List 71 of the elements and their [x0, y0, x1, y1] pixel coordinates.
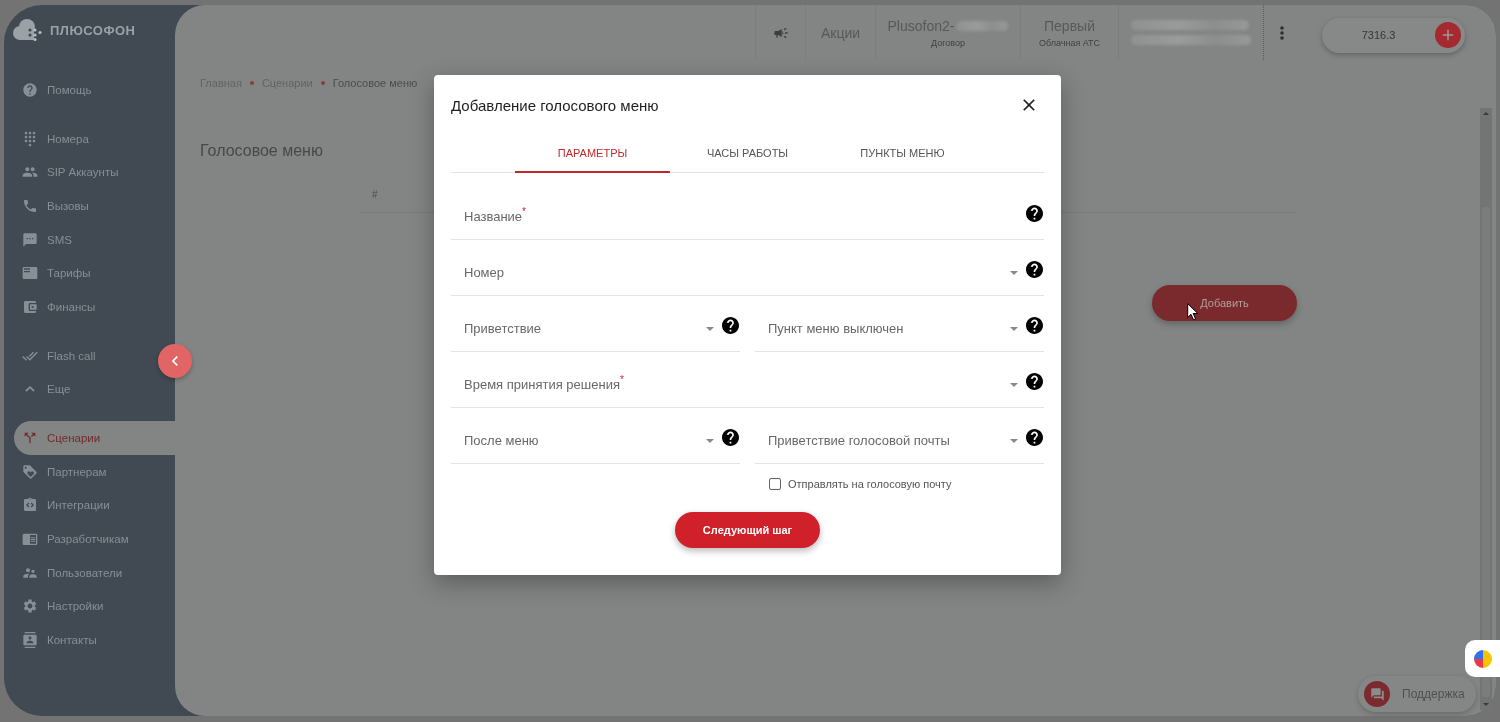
dropdown-caret-icon [1010, 439, 1018, 443]
tab[interactable]: ПАРАМЕТРЫ [515, 135, 670, 173]
sidebar-item[interactable]: Номера [14, 121, 99, 156]
help-icon[interactable] [1026, 317, 1043, 334]
balance-amount: 7316.3 [1360, 29, 1397, 41]
select-field[interactable]: Приветствие [451, 296, 740, 352]
help-icon[interactable] [1026, 205, 1043, 222]
list-board-icon [22, 265, 38, 282]
dropdown-caret-icon [1010, 271, 1018, 275]
sidebar-item[interactable]: SMS [14, 222, 82, 257]
plan-caption: Облачная АТС [1038, 37, 1101, 48]
breadcrumb-dot-icon [249, 81, 254, 85]
dropdown-caret-icon [706, 327, 714, 331]
sidebar-item[interactable]: Пользователи [14, 555, 133, 590]
sidebar-item[interactable]: Вызовы [14, 189, 99, 223]
help-icon[interactable] [1026, 373, 1043, 390]
cloud-logo-icon [12, 18, 44, 42]
phone-icon [22, 197, 38, 214]
chat-bubbles-icon [1364, 681, 1390, 707]
code-clipboard-icon [22, 497, 38, 514]
sidebar-item[interactable]: SIP Аккаунты [14, 155, 129, 190]
add-button[interactable]: Добавить [1152, 285, 1297, 321]
sidebar-item[interactable]: Финансы [14, 290, 106, 324]
dropdown-caret-icon [1010, 383, 1018, 387]
tag-icon [22, 463, 38, 480]
dropdown-caret-icon [706, 439, 714, 443]
wallet-icon [22, 298, 38, 315]
mouse-pointer-icon [1187, 303, 1199, 321]
select-field[interactable]: Время принятия решения$^{*}$ [451, 352, 1044, 408]
sidebar-item[interactable]: Интеграции [14, 488, 120, 523]
sidebar-item[interactable]: Настройки [14, 589, 114, 624]
breadcrumb-link[interactable]: Голосовое меню [332, 77, 418, 89]
select-field[interactable]: Приветствие голосовой почты [755, 408, 1044, 464]
sidebar-item[interactable]: Разработчикам [14, 522, 139, 556]
help-icon[interactable] [722, 317, 739, 334]
help-icon[interactable] [1026, 261, 1043, 278]
tab[interactable]: ЧАСЫ РАБОТЫ [670, 135, 825, 173]
kebab-menu-icon [1280, 25, 1284, 40]
select-field[interactable]: После меню [451, 408, 740, 464]
account-caption: Договор [931, 37, 965, 48]
multicolor-circle-icon [1473, 649, 1492, 668]
checkbox-label: Отправлять на голосовую почту [788, 478, 952, 490]
help-icon[interactable] [722, 429, 739, 446]
sidebar-item[interactable]: Сценарии [14, 421, 175, 455]
dialpad-icon [22, 130, 38, 147]
sidebar-item[interactable]: Контакты [14, 623, 107, 657]
chat-bubble-icon [22, 231, 38, 248]
help-icon[interactable] [1026, 429, 1043, 446]
checkbox[interactable] [769, 478, 781, 490]
assistant-widget-button[interactable] [1465, 640, 1500, 677]
reader-panel-icon [22, 531, 38, 548]
select-field[interactable]: Пункт меню выключен [755, 296, 1044, 352]
sidebar-item[interactable]: Flash call [14, 338, 106, 373]
column-header: # [372, 188, 378, 200]
sidebar-item[interactable]: Партнерам [14, 454, 117, 489]
contact-card-icon [22, 632, 38, 649]
dialog-title: Добавление голосового меню [451, 96, 659, 114]
more-menu-button[interactable] [1280, 25, 1284, 40]
more-toggle[interactable]: Еще [14, 372, 81, 407]
settings-icon [22, 598, 38, 615]
breadcrumb-dot-icon [320, 81, 325, 85]
text-field[interactable]: Название$^{*}$ [451, 184, 1044, 240]
next-step-button[interactable]: Следующий шаг [675, 512, 820, 548]
dropdown-caret-icon [1010, 327, 1018, 331]
logo-text: ПЛЮСОФОН [50, 22, 136, 38]
page-title: Голосовое меню [200, 142, 323, 160]
sidebar-item[interactable]: Помощь [14, 73, 102, 107]
tab[interactable]: ПУНКТЫ МЕНЮ [825, 135, 980, 173]
select-field[interactable]: Номер [451, 240, 1044, 296]
sidebar-item[interactable]: Тарифы [14, 256, 101, 291]
vertical-scrollbar[interactable] [1480, 108, 1492, 710]
